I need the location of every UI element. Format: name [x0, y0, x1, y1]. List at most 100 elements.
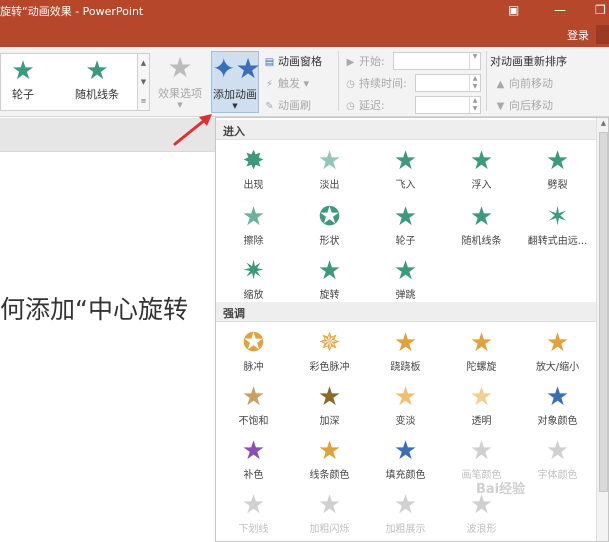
effect-options-label: 效果选项: [158, 87, 202, 100]
fade-star-icon: ★: [317, 146, 342, 176]
swivel-star-icon: ★: [317, 256, 342, 286]
transparency-star-icon: ★: [469, 382, 494, 412]
add-animation-dropdown: 进入 ✸ 出现 ★ 淡出 ★ 飞入 ★ 浮入 ★ 劈裂 ★ 擦除 ✪ 形状 ★ …: [215, 117, 609, 542]
effect-label: 跷跷板: [390, 362, 421, 373]
effect-spin[interactable]: ★ 陀螺旋: [444, 326, 519, 382]
effect-object-color[interactable]: ★ 对象颜色: [520, 380, 595, 436]
slide-title-text[interactable]: 何添加“中心旋转: [0, 290, 188, 326]
desaturate-star-icon: ★: [241, 382, 266, 412]
trigger-button[interactable]: ⚡ 触发 ▾: [263, 75, 309, 91]
animation-pane-button[interactable]: ▤ 动画窗格: [263, 53, 322, 69]
effect-label: 放大/缩小: [535, 362, 580, 373]
move-later-button[interactable]: ▼ 向后移动: [494, 97, 553, 113]
gallery-item-random-bars[interactable]: ★ 随机线条: [67, 56, 127, 108]
move-later-label: 向后移动: [509, 99, 553, 112]
effect-appear[interactable]: ✸ 出现: [216, 144, 291, 200]
watermark: Bai经验: [476, 482, 526, 497]
effect-label: 形状: [319, 236, 340, 247]
brush-color-star-icon: ★ A: [444, 434, 519, 466]
spinner-icon: ▲ ▼: [469, 75, 480, 91]
login-link[interactable]: 登录: [567, 27, 589, 43]
letter-a-glyph: A: [554, 456, 561, 466]
ribbon-separator: [486, 51, 487, 111]
effect-teeter[interactable]: ★ 跷跷板: [368, 326, 443, 382]
emphasis-section-header: 强调: [216, 302, 596, 322]
delay-input[interactable]: ▲ ▼: [415, 96, 481, 114]
effect-label: 弹跳: [395, 290, 416, 301]
animation-painter-button[interactable]: ✎ 动画刷: [263, 97, 311, 113]
animations-ribbon: ★ 轮子 ★ 随机线条 ▲ ▼ ≡ ★ 效果选项 ▼ ✦★ 添加动画 ▼ ▤ 动画窗格…: [0, 47, 609, 117]
effect-label: 对象颜色: [537, 416, 578, 427]
random-bars-star-icon: ★: [85, 56, 109, 86]
window-title: 旋转“动画效果 - PowerPoint: [0, 5, 144, 18]
effect-lighten[interactable]: ★ 变淡: [368, 380, 443, 436]
effect-label: 出现: [243, 180, 264, 191]
duration-input[interactable]: ▲ ▼: [415, 74, 481, 92]
effect-options-star-icon: ★: [167, 51, 193, 84]
move-earlier-button[interactable]: ▲ 向前移动: [494, 75, 553, 91]
effect-label: 劈裂: [547, 180, 568, 191]
effect-label: 淡出: [319, 180, 340, 191]
object-color-star-icon: ★: [545, 382, 570, 412]
add-animation-star-icon: ✦★: [212, 52, 261, 85]
float-in-star-icon: ★: [469, 146, 494, 176]
wheel-star-icon: ★: [11, 56, 35, 86]
trigger-icon: ⚡: [265, 79, 274, 90]
entrance-section-header: 进入: [216, 120, 596, 140]
gallery-item-wheel[interactable]: ★ 轮子: [0, 56, 53, 108]
effect-color-pulse[interactable]: ✵ 彩色脉冲: [292, 326, 367, 382]
animation-pane-label: 动画窗格: [278, 55, 322, 68]
effect-wipe[interactable]: ★ 擦除: [216, 200, 291, 256]
color-pulse-star-icon: ✵: [318, 328, 341, 358]
ribbon-display-icon[interactable]: ▣: [508, 3, 519, 17]
effect-label: 补色: [243, 470, 264, 481]
animation-pane-icon: ▤: [264, 57, 275, 68]
move-earlier-label: 向前移动: [509, 77, 553, 90]
effect-label: 擦除: [243, 236, 264, 247]
minimize-icon[interactable]: —: [554, 3, 566, 17]
duration-label: 持续时间:: [359, 77, 407, 90]
effect-options-button[interactable]: ★ 效果选项 ▼: [156, 51, 204, 113]
duration-label-row: ◷ 持续时间:: [344, 75, 407, 91]
bold-reveal-star-icon: ★ B: [368, 488, 443, 520]
trigger-label: 触发: [278, 77, 300, 90]
reorder-title: 对动画重新排序: [490, 55, 567, 68]
effect-pulse[interactable]: ✪ 脉冲: [216, 326, 291, 382]
ribbon-separator: [338, 51, 339, 111]
effect-float-in[interactable]: ★ 浮入: [444, 144, 519, 200]
grow-shrink-star-icon: ★: [545, 328, 570, 358]
gallery-item-label: 随机线条: [75, 88, 119, 101]
slide-canvas[interactable]: [0, 153, 215, 542]
restore-icon[interactable]: ❐: [595, 3, 606, 17]
effect-shape[interactable]: ✪ 形状: [292, 200, 367, 256]
start-select[interactable]: ▼: [393, 52, 481, 70]
effect-fly-in[interactable]: ★ 飞入: [368, 144, 443, 200]
effect-split[interactable]: ★ 劈裂: [520, 144, 595, 200]
effect-random-bars[interactable]: ★ 随机线条: [444, 200, 519, 256]
effect-transparency[interactable]: ★ 透明: [444, 380, 519, 436]
effect-label: 变淡: [395, 416, 416, 427]
effect-fade[interactable]: ★ 淡出: [292, 144, 367, 200]
scroll-up-icon[interactable]: ▲: [597, 119, 608, 127]
effect-label: 轮子: [395, 236, 416, 247]
bold-flash-star-icon: ★ B: [292, 488, 367, 520]
effect-fill-color[interactable]: ★ 填充颜色: [368, 434, 443, 490]
effect-wheel[interactable]: ★ 轮子: [368, 200, 443, 256]
effect-label: 不饱和: [238, 416, 269, 427]
effect-desaturate[interactable]: ★ 不饱和: [216, 380, 291, 436]
panel-scrollbar[interactable]: ▲: [596, 118, 608, 541]
animation-painter-icon: ✎: [265, 101, 274, 112]
chevron-down-icon: ▼: [177, 101, 183, 109]
fill-color-star-icon: ★: [393, 436, 418, 466]
effect-darken[interactable]: ★ 加深: [292, 380, 367, 436]
scrollbar-thumb[interactable]: [599, 132, 608, 492]
effect-grow-turn[interactable]: ✶ 翻转式由远...: [520, 200, 595, 256]
share-icon[interactable]: [596, 25, 609, 44]
effect-underline: ★ U 下划线: [216, 488, 291, 541]
effect-complementary-color[interactable]: ★ 补色: [216, 434, 291, 490]
bounce-star-icon: ★: [393, 256, 418, 286]
effect-grow-shrink[interactable]: ★ 放大/缩小: [520, 326, 595, 382]
effect-line-color[interactable]: ★ 线条颜色: [292, 434, 367, 490]
gallery-scroll[interactable]: ▲ ▼ ≡: [137, 53, 150, 111]
add-animation-button[interactable]: ✦★ 添加动画 ▼: [211, 51, 261, 113]
